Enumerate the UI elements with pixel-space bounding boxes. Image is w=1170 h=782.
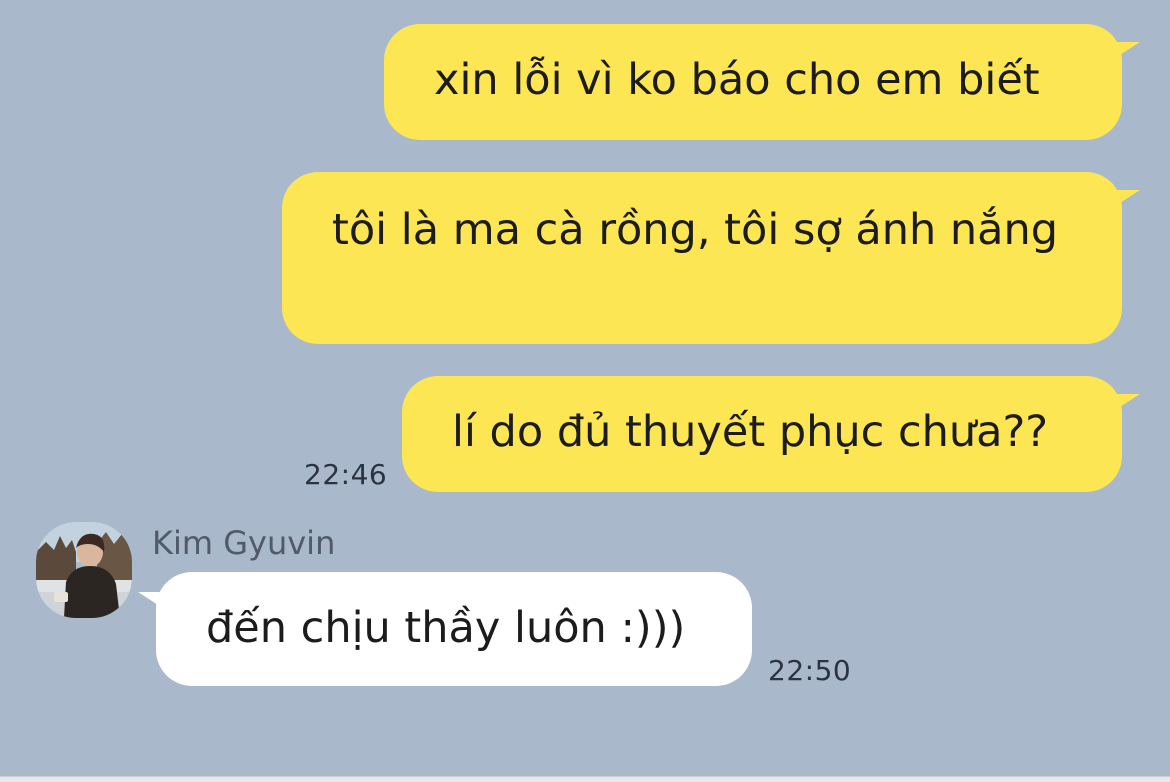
avatar[interactable] (36, 522, 132, 618)
message-text: tôi là ma cà rồng, tôi sợ ánh nắng (332, 205, 1059, 255)
message-timestamp: 22:46 (304, 458, 388, 491)
input-bar-edge (0, 776, 1170, 782)
message-bubble-received[interactable]: đến chịu thầy luôn :))) (138, 572, 752, 686)
message-text: đến chịu thầy luôn :))) (206, 603, 686, 653)
message-bubble-sent[interactable]: lí do đủ thuyết phục chưa?? (402, 376, 1140, 492)
message-timestamp: 22:50 (768, 654, 852, 687)
chat-view: xin lỗi vì ko báo cho em biết tôi là ma … (0, 0, 1170, 776)
avatar-photo-icon (36, 522, 132, 618)
message-bubble-sent[interactable]: xin lỗi vì ko báo cho em biết (384, 24, 1140, 140)
message-bubble-sent[interactable]: tôi là ma cà rồng, tôi sợ ánh nắng (282, 172, 1140, 344)
message-text: lí do đủ thuyết phục chưa?? (452, 407, 1049, 457)
message-text: xin lỗi vì ko báo cho em biết (434, 55, 1040, 105)
sender-name[interactable]: Kim Gyuvin (152, 524, 335, 562)
